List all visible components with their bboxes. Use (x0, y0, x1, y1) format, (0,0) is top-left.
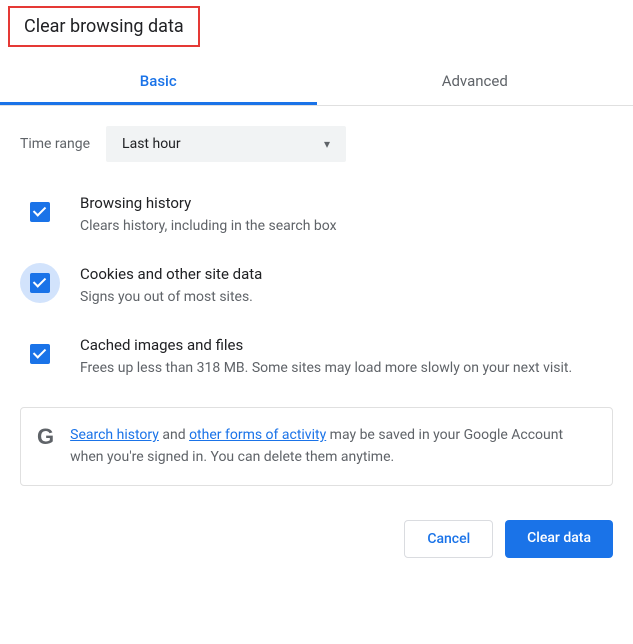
option-title: Cached images and files (80, 336, 613, 354)
checkbox-browsing-history-wrap (20, 192, 60, 232)
option-desc: Signs you out of most sites. (80, 287, 613, 308)
option-browsing-history: Browsing history Clears history, includi… (20, 194, 613, 237)
option-text: Browsing history Clears history, includi… (80, 194, 613, 237)
option-title: Browsing history (80, 194, 613, 212)
option-title: Cookies and other site data (80, 265, 613, 283)
other-activity-link[interactable]: other forms of activity (189, 427, 326, 443)
checkbox-cookies[interactable] (30, 273, 50, 293)
clear-data-button[interactable]: Clear data (505, 520, 613, 558)
info-text: Search history and other forms of activi… (70, 424, 596, 469)
search-history-link[interactable]: Search history (70, 427, 159, 443)
google-info-box: G Search history and other forms of acti… (20, 407, 613, 486)
option-cached: Cached images and files Frees up less th… (20, 336, 613, 379)
checkbox-cached-wrap (20, 334, 60, 374)
tab-advanced[interactable]: Advanced (317, 60, 633, 105)
dialog-title: Clear browsing data (8, 6, 200, 47)
dialog-footer: Cancel Clear data (404, 520, 613, 558)
cancel-button[interactable]: Cancel (404, 520, 493, 558)
time-range-value: Last hour (122, 136, 181, 152)
option-text: Cookies and other site data Signs you ou… (80, 265, 613, 308)
time-range-label: Time range (20, 136, 90, 152)
time-range-select[interactable]: Last hour (106, 126, 346, 162)
info-sep: and (159, 427, 189, 443)
tab-basic[interactable]: Basic (0, 60, 317, 105)
option-desc: Clears history, including in the search … (80, 216, 613, 237)
option-desc: Frees up less than 318 MB. Some sites ma… (80, 358, 613, 379)
tabs: Basic Advanced (0, 60, 633, 106)
checkbox-cookies-wrap (20, 263, 60, 303)
option-cookies: Cookies and other site data Signs you ou… (20, 265, 613, 308)
time-range-row: Time range Last hour (20, 126, 613, 162)
checkbox-browsing-history[interactable] (30, 202, 50, 222)
dialog-content: Time range Last hour Browsing history Cl… (0, 106, 633, 486)
google-logo-icon: G (37, 424, 54, 450)
checkbox-cached[interactable] (30, 344, 50, 364)
option-text: Cached images and files Frees up less th… (80, 336, 613, 379)
